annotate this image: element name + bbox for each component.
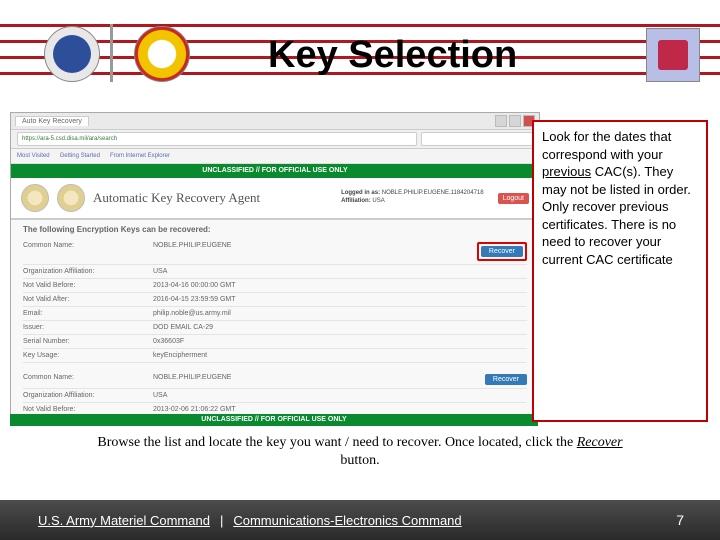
akr-subtitle: The following Encryption Keys can be rec… [11,220,539,239]
footer-bar: U.S. Army Materiel Command | Communicati… [0,500,720,540]
table-row: Organization Affiliation:USA [23,389,527,403]
browser-tab[interactable]: Auto Key Recovery [15,116,89,126]
footer-org-a: U.S. Army Materiel Command [38,513,210,528]
instruction-callout: Look for the dates that correspond with … [532,120,708,422]
star-crest [134,26,190,82]
table-row: Organization Affiliation:USA [23,265,527,279]
unit-crest [646,28,700,82]
browser-tab-strip: Auto Key Recovery [11,113,539,130]
table-row: Serial Number:0x36603F [23,335,527,349]
url-bar[interactable]: https://ara-5.csd.disa.mil/ara/search [17,132,417,146]
dod-seal-icon [57,184,85,212]
table-row: Not Valid Before:2013-04-16 00:00:00 GMT [23,279,527,293]
bookmark-ie[interactable]: From Internet Explorer [110,153,170,159]
table-row: Common Name:NOBLE.PHILIP.EUGENERecover [23,371,527,389]
search-box[interactable] [421,132,533,146]
browser-screenshot: Auto Key Recovery https://ara-5.csd.disa… [10,112,540,422]
table-row: Email:philip.noble@us.army.mil [23,307,527,321]
slide: Key Selection Auto Key Recovery https://… [0,0,720,540]
browser-toolbar: https://ara-5.csd.disa.mil/ara/search [11,130,539,149]
bookmark-most-visited[interactable]: Most Visited [17,153,50,159]
login-block: Logged in as: NOBLE.PHILIP.EUGENE.118420… [341,190,484,206]
bookmark-getting-started[interactable]: Getting Started [60,153,100,159]
footer-separator: | [220,513,223,528]
bookmarks-bar: Most Visited Getting Started From Intern… [11,149,539,164]
maximize-button[interactable] [509,115,521,127]
recover-button[interactable]: Recover [485,374,527,385]
recover-button[interactable]: Recover [481,246,523,257]
table-row: Issuer:DOD EMAIL CA-29 [23,321,527,335]
amc-crest [44,26,100,82]
classification-banner-top: UNCLASSIFIED // FOR OFFICIAL USE ONLY [11,164,539,178]
window-controls [495,115,535,127]
caption-text: Browse the list and locate the key you w… [80,434,640,470]
classification-banner-bottom: UNCLASSIFIED // FOR OFFICIAL USE ONLY [10,414,538,426]
table-row: Key Usage:keyEncipherment [23,349,527,363]
key-records: Common Name:NOBLE.PHILIP.EUGENERecoverOr… [11,239,539,417]
recover-highlight: Recover [477,242,527,261]
table-row: Not Valid After:2016-04-15 23:59:59 GMT [23,293,527,307]
logout-button[interactable]: Logout [498,193,529,204]
us-seal-icon [21,184,49,212]
footer-org-b: Communications-Electronics Command [233,513,461,528]
akr-title: Automatic Key Recovery Agent [93,190,260,206]
akr-header: Automatic Key Recovery Agent Logged in a… [11,178,539,220]
table-row: Common Name:NOBLE.PHILIP.EUGENERecover [23,239,527,265]
header-separator [110,24,113,82]
minimize-button[interactable] [495,115,507,127]
page-number: 7 [676,512,684,528]
page-title: Key Selection [268,34,517,77]
